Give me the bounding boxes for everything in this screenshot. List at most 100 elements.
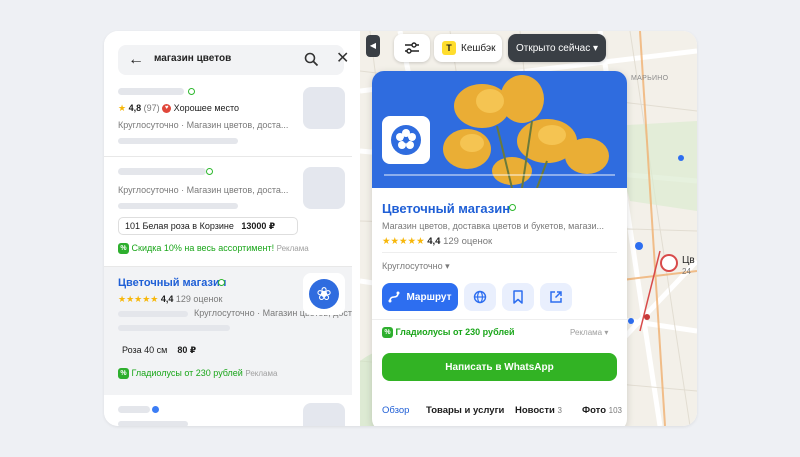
address-placeholder bbox=[118, 311, 188, 317]
award-icon: ♥ bbox=[162, 104, 172, 114]
list-item[interactable]: ★ 4,8 (97) ♥ Хорошее место Круглосуточно… bbox=[104, 83, 352, 157]
offer-row[interactable]: Роза 40 см 80 ₽ bbox=[122, 345, 196, 356]
flower-logo-icon: ❀ bbox=[309, 279, 339, 309]
map-pin-sublabel: 24 bbox=[682, 267, 691, 276]
route-icon bbox=[388, 291, 400, 303]
card-promo-row[interactable]: % Гладиолусы от 230 рублей bbox=[382, 327, 515, 339]
business-logo bbox=[382, 116, 430, 164]
map-poi-dot[interactable] bbox=[628, 318, 634, 324]
reviews-count: 129 оценок bbox=[443, 236, 493, 247]
name-placeholder bbox=[118, 88, 184, 95]
offer-chip[interactable]: 101 Белая роза в Корзине 13000 ₽ bbox=[118, 217, 298, 235]
list-item[interactable]: Круглосуточно · Магазин цветов, доста...… bbox=[104, 157, 352, 267]
address-placeholder bbox=[118, 138, 238, 144]
verified-icon bbox=[206, 168, 213, 175]
promo-row[interactable]: % Гладиолусы от 230 рублей Реклама bbox=[118, 368, 278, 380]
reviews-count: (97) bbox=[143, 103, 160, 113]
reviews-count: 129 оценок bbox=[175, 294, 223, 304]
name-placeholder bbox=[118, 406, 150, 413]
map-poi-dot[interactable] bbox=[635, 242, 643, 250]
promo-text: Скидка 10% на весь ассортимент! bbox=[131, 243, 275, 253]
verified-icon bbox=[218, 279, 225, 286]
map-pin-label: Цв bbox=[682, 255, 695, 266]
flower-logo-icon bbox=[391, 125, 421, 155]
star-icon: ★ bbox=[118, 103, 127, 113]
rating-value: 4,4 bbox=[160, 294, 174, 304]
divider bbox=[372, 319, 627, 320]
rating-value: 4,8 bbox=[128, 103, 142, 113]
search-input[interactable]: магазин цветов bbox=[154, 53, 231, 64]
award-label: Хорошее место bbox=[173, 103, 240, 113]
promo-text: Гладиолусы от 230 рублей bbox=[131, 368, 243, 378]
list-item-selected[interactable]: Цветочный магазин ★★★★★ 4,4 129 оценок К… bbox=[104, 267, 352, 395]
offer-name: 101 Белая роза в Корзине bbox=[125, 221, 234, 231]
search-bar[interactable]: ← магазин цветов ✕ bbox=[118, 45, 349, 75]
promo-badge-icon: % bbox=[382, 327, 393, 339]
map-poi-dot[interactable] bbox=[678, 155, 684, 161]
card-tabs: Обзор Товары и услуги Новости 3 Фото 103 bbox=[372, 401, 627, 426]
tab-products[interactable]: Товары и услуги bbox=[426, 405, 504, 416]
route-button[interactable]: Маршрут bbox=[382, 283, 458, 311]
tab-label: Новости bbox=[515, 405, 555, 416]
business-photo[interactable] bbox=[303, 167, 345, 209]
business-photo[interactable] bbox=[303, 87, 345, 129]
stars-icon: ★★★★★ bbox=[118, 294, 159, 304]
divider bbox=[382, 252, 617, 253]
bookmark-icon bbox=[513, 290, 523, 304]
business-card: Цветочный магазин Магазин цветов, достав… bbox=[372, 71, 627, 426]
offer-price: 80 ₽ bbox=[177, 345, 197, 355]
close-icon[interactable]: ✕ bbox=[336, 50, 349, 68]
cashback-label: Кешбэк bbox=[461, 42, 496, 54]
magnifier-icon[interactable] bbox=[304, 52, 319, 67]
map-poi-dot[interactable] bbox=[644, 314, 650, 320]
stars-icon: ★★★★★ bbox=[382, 236, 425, 247]
offer-name: Роза 40 см bbox=[122, 345, 168, 355]
verified-icon bbox=[509, 204, 516, 211]
business-name[interactable]: Цветочный магазин bbox=[118, 277, 226, 289]
promo-text: Гладиолусы от 230 рублей bbox=[395, 327, 515, 337]
whatsapp-button[interactable]: Написать в WhatsApp bbox=[382, 353, 617, 381]
business-title: Цветочный магазин bbox=[382, 201, 511, 216]
business-meta: Круглосуточно · Магазин цветов, доста... bbox=[118, 185, 289, 195]
arrow-left-icon[interactable]: ← bbox=[128, 51, 144, 69]
rating-placeholder bbox=[118, 421, 188, 426]
ad-label: Реклама bbox=[245, 369, 278, 378]
tab-news[interactable]: Новости 3 bbox=[515, 405, 562, 416]
rating-row: ★★★★★ 4,4 129 оценок bbox=[118, 294, 222, 305]
bookmark-button[interactable] bbox=[502, 283, 534, 311]
open-now-label: Открыто сейчас ▾ bbox=[516, 42, 599, 54]
promo-badge-icon: % bbox=[118, 368, 129, 380]
promo-row[interactable]: % Скидка 10% на весь ассортимент! Реклам… bbox=[118, 243, 309, 255]
list-item[interactable] bbox=[104, 395, 352, 426]
app-window: МАРЬИНО Цв 24 ◀ Т Кешбэк Открыто сейчас … bbox=[104, 31, 697, 426]
promo-badge-icon: % bbox=[118, 243, 129, 255]
ad-label: Реклама bbox=[276, 244, 309, 253]
verified-icon bbox=[188, 88, 195, 95]
business-meta: Круглосуточно · Магазин цветов, доста... bbox=[118, 120, 289, 130]
filters-button[interactable] bbox=[394, 34, 430, 62]
card-rating-row[interactable]: ★★★★★ 4,4 129 оценок bbox=[382, 236, 492, 247]
hours-dropdown[interactable]: Круглосуточно ▾ bbox=[382, 261, 450, 272]
open-now-filter[interactable]: Открыто сейчас ▾ bbox=[508, 34, 606, 62]
rating-row: ★ 4,8 (97) ♥ Хорошее место bbox=[118, 103, 239, 114]
offer-price: 13000 ₽ bbox=[241, 221, 276, 231]
cover-photo[interactable] bbox=[372, 71, 627, 188]
website-button[interactable] bbox=[464, 283, 496, 311]
business-logo[interactable]: ❀ bbox=[303, 273, 345, 315]
name-placeholder bbox=[118, 168, 206, 175]
globe-icon bbox=[473, 290, 487, 304]
address-placeholder bbox=[118, 325, 230, 331]
business-photo[interactable] bbox=[303, 403, 345, 426]
rating-value: 4,4 bbox=[427, 236, 441, 247]
tab-label: Товары и услуги bbox=[426, 405, 505, 416]
collapse-panel-button[interactable]: ◀ bbox=[366, 35, 380, 57]
cashback-button[interactable]: Т Кешбэк bbox=[434, 34, 502, 62]
share-button[interactable] bbox=[540, 283, 572, 311]
tab-photos[interactable]: Фото 103 bbox=[582, 405, 622, 416]
ad-label[interactable]: Реклама ▾ bbox=[570, 328, 608, 337]
tab-overview[interactable]: Обзор bbox=[382, 405, 409, 416]
map-pin-icon[interactable] bbox=[660, 254, 678, 272]
results-panel: ← магазин цветов ✕ ★ 4,8 (97) ♥ Хорошее … bbox=[104, 31, 352, 426]
tinkoff-logo-icon: Т bbox=[442, 41, 456, 55]
tab-count: 3 bbox=[557, 406, 562, 415]
